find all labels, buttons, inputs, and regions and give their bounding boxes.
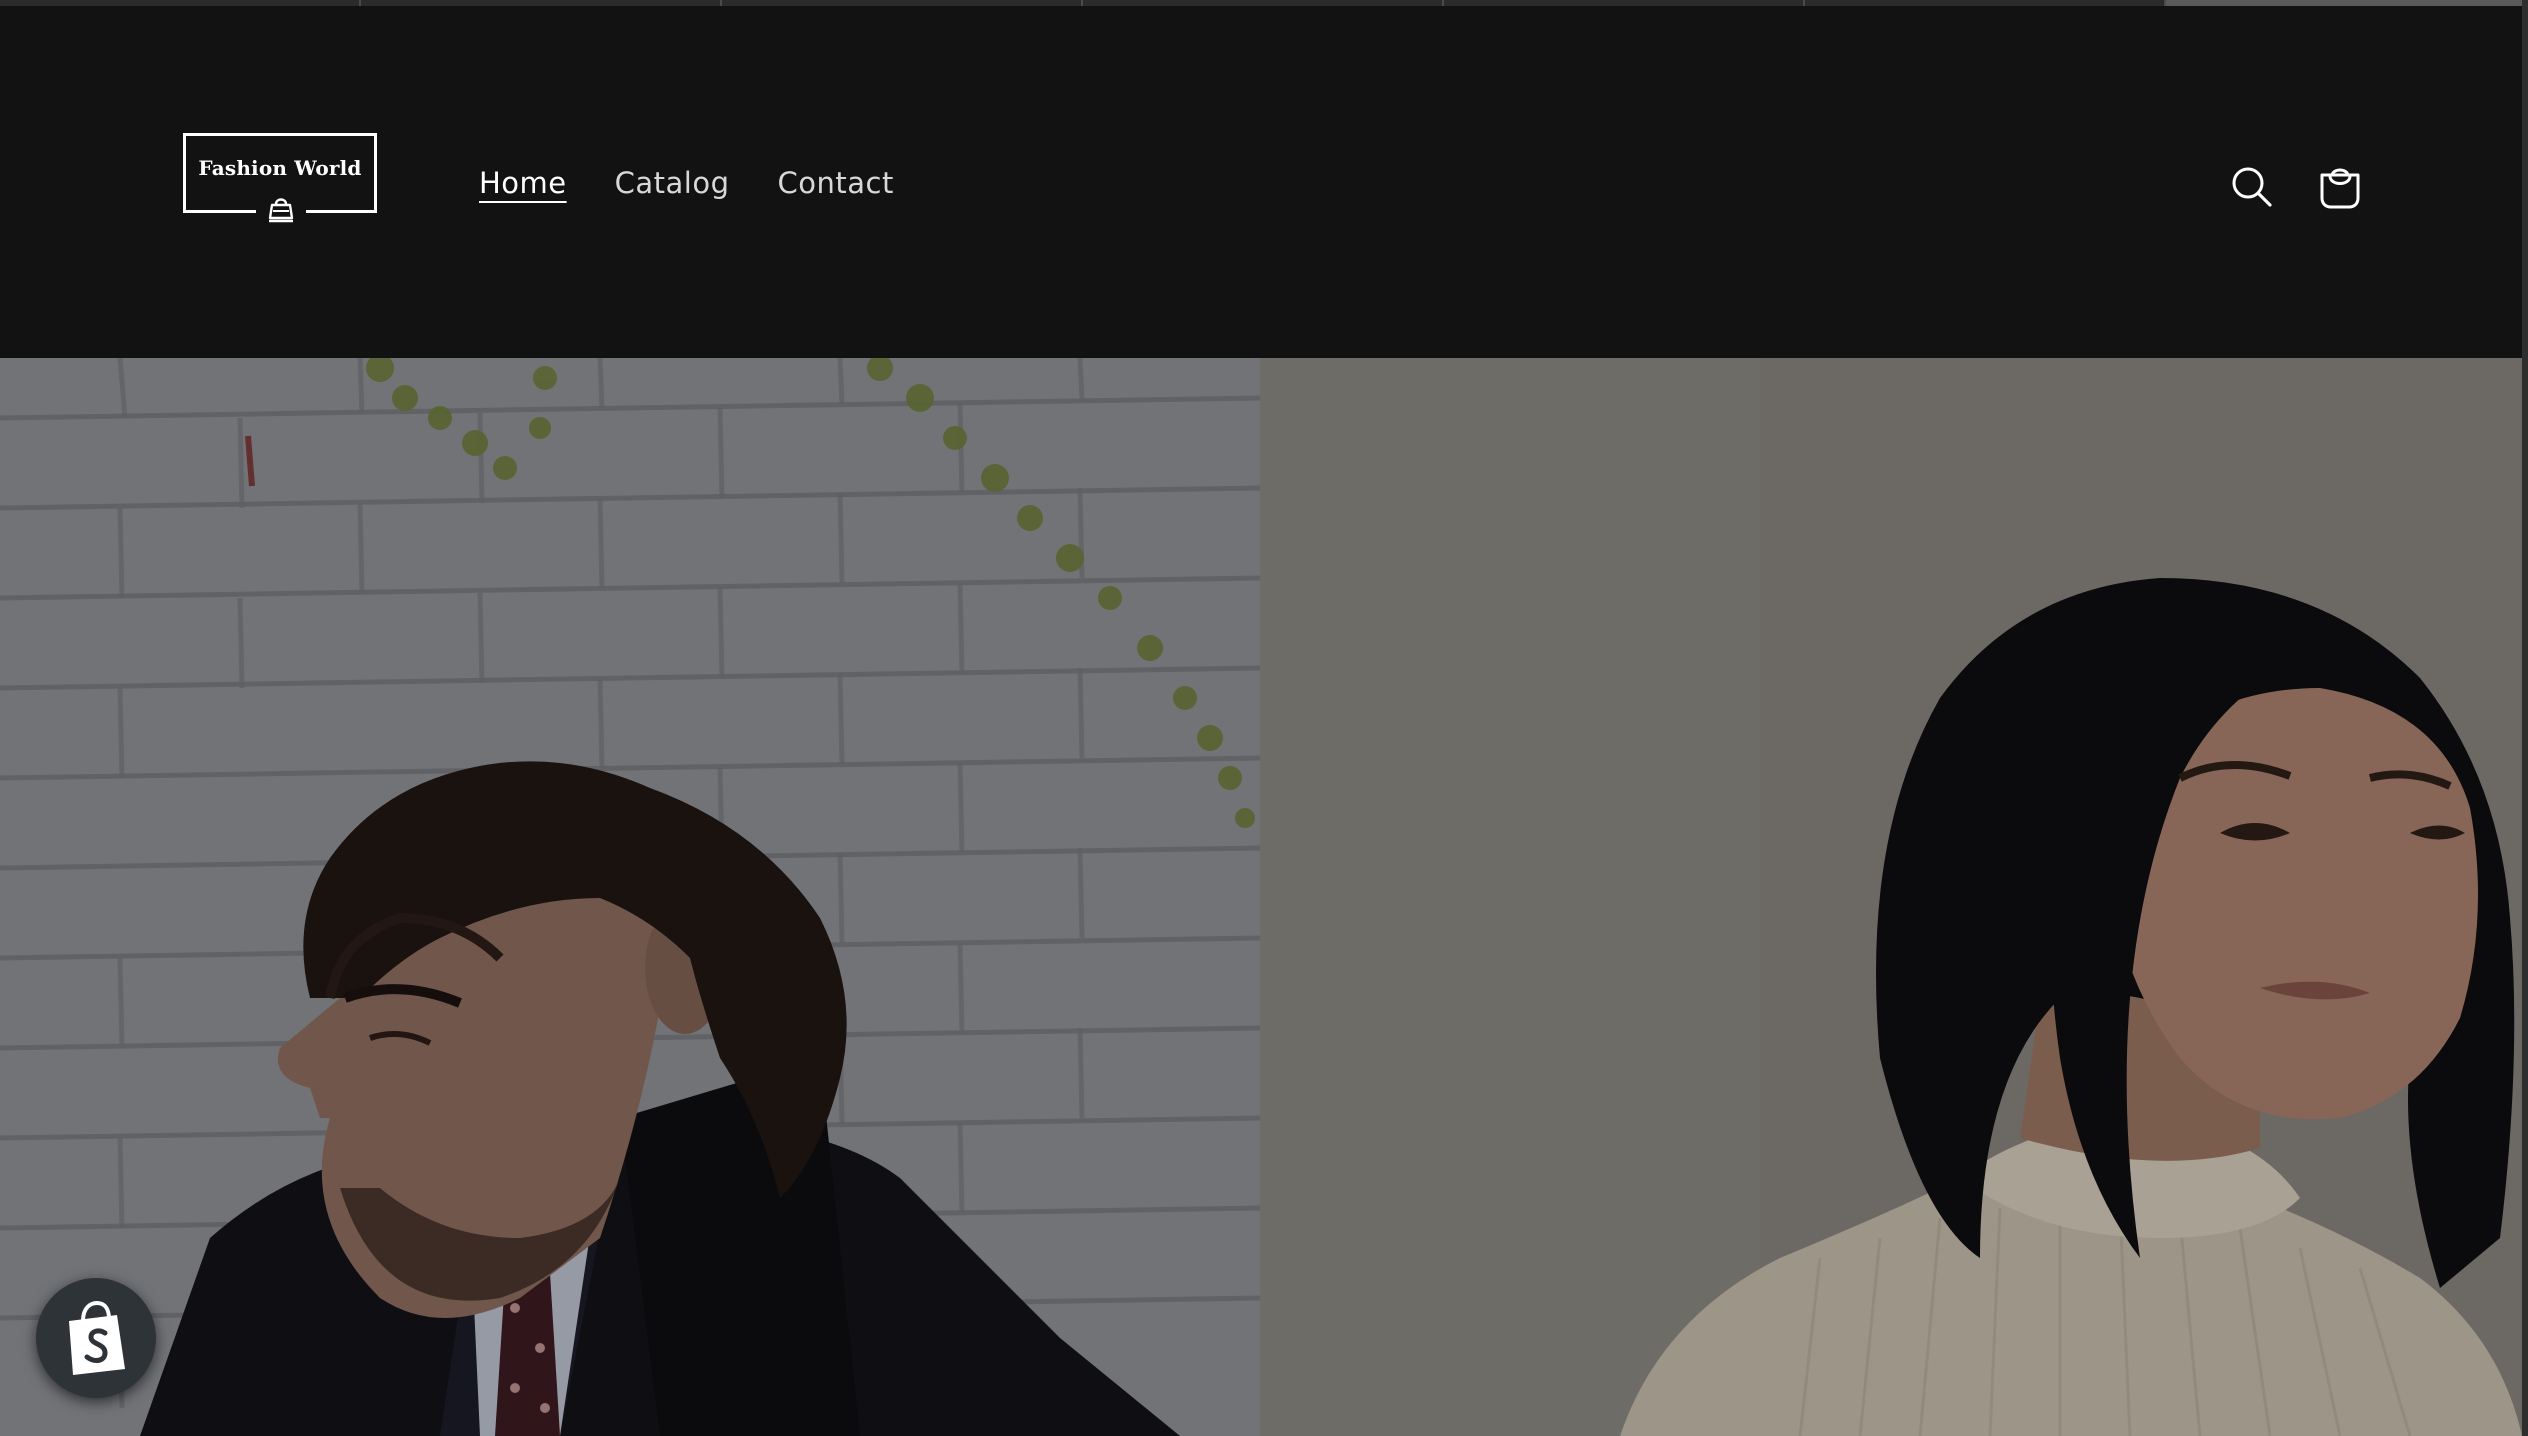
storefront-page: Fashion World Home Catalog Contact <box>0 0 2528 1436</box>
search-icon <box>2232 167 2272 207</box>
store-logo[interactable]: Fashion World <box>183 133 377 224</box>
hero-image-woman <box>1260 358 2522 1436</box>
shopify-badge[interactable] <box>36 1278 156 1398</box>
nav-link-contact[interactable]: Contact <box>778 166 894 200</box>
hero-banner <box>0 358 2522 1436</box>
window-edge <box>2522 0 2528 1436</box>
hero-image-man <box>0 358 1260 1436</box>
nav-link-catalog[interactable]: Catalog <box>615 166 730 200</box>
cart-icon <box>2320 168 2360 209</box>
nav-link-home[interactable]: Home <box>479 166 567 200</box>
shopify-bag-icon <box>69 1300 125 1375</box>
handbag-icon <box>256 194 306 224</box>
search-button[interactable] <box>2224 159 2280 215</box>
cart-button[interactable] <box>2312 159 2368 215</box>
main-nav: Home Catalog Contact <box>479 166 894 200</box>
store-logo-text: Fashion World <box>198 156 362 180</box>
site-header: Fashion World Home Catalog Contact <box>0 6 2522 356</box>
